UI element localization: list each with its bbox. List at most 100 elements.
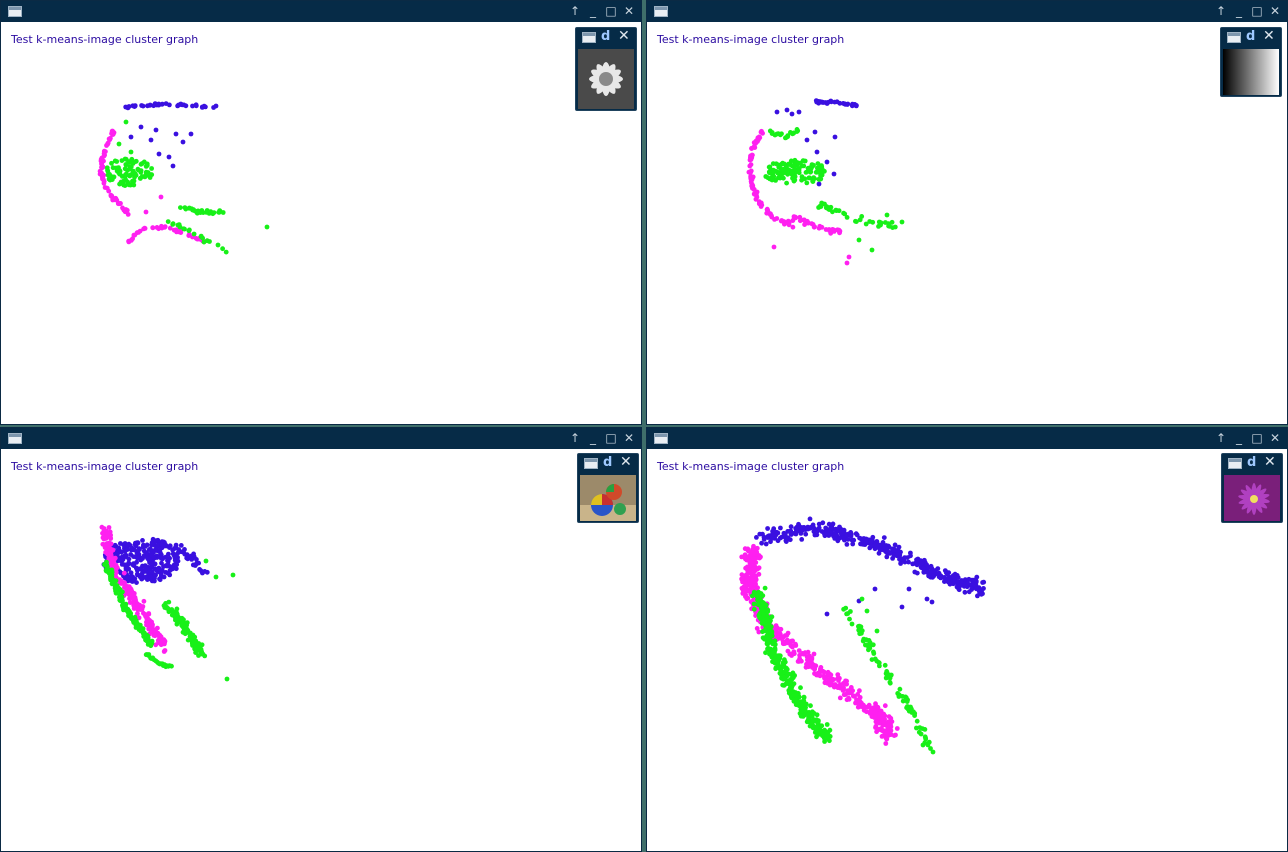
maximize-button[interactable]: □ [1249, 430, 1265, 447]
thumbnail-menu-icon[interactable] [582, 32, 596, 43]
cluster-point [109, 177, 115, 183]
cluster-point [801, 694, 807, 700]
cluster-point [139, 605, 145, 610]
thumbnail-window[interactable]: d ✕ [1221, 453, 1283, 523]
title-bar[interactable]: ↑ _ □ ✕ [647, 1, 1287, 22]
cluster-point [740, 579, 745, 585]
cluster-point [782, 532, 788, 538]
thumbnail-title-bar[interactable]: d ✕ [576, 28, 636, 48]
cluster-point [916, 729, 922, 735]
purple-flower-image [1224, 475, 1280, 521]
close-button[interactable]: ✕ [1267, 3, 1283, 20]
cluster-point [100, 176, 105, 182]
thumbnail-title-bar[interactable]: d ✕ [578, 454, 638, 474]
cluster-point [109, 128, 115, 134]
cluster-point [755, 602, 761, 607]
cluster-point [108, 135, 113, 141]
thumbnail-menu-icon[interactable] [1228, 458, 1242, 469]
window-bottom-left[interactable]: ↑ _ □ ✕ Test k-means-image cluster graph… [0, 427, 642, 852]
shade-up-button[interactable]: ↑ [567, 3, 583, 20]
window-bottom-right[interactable]: ↑ _ □ ✕ Test k-means-image cluster graph… [646, 427, 1288, 852]
title-bar[interactable]: ↑ _ □ ✕ [647, 428, 1287, 449]
cluster-point [972, 582, 977, 588]
minimize-button[interactable]: _ [585, 430, 601, 447]
cluster-point [876, 720, 882, 726]
cluster-point [848, 690, 854, 695]
shade-up-button[interactable]: ↑ [1213, 3, 1229, 20]
cluster-point [903, 694, 908, 700]
window-menu-icon[interactable] [8, 6, 22, 17]
cluster-point [891, 553, 897, 559]
cluster-point [772, 641, 778, 647]
cluster-point [138, 124, 144, 130]
cluster-point [743, 594, 748, 599]
cluster-point [760, 608, 766, 614]
cluster-point [754, 626, 760, 631]
minimize-button[interactable]: _ [1231, 3, 1247, 20]
cluster-point [817, 203, 823, 209]
cluster-point [856, 624, 862, 630]
cluster-point [836, 678, 841, 683]
close-button[interactable]: ✕ [621, 430, 637, 447]
thumbnail-menu-icon[interactable] [1227, 32, 1241, 43]
cluster-point [798, 713, 804, 719]
maximize-button[interactable]: □ [603, 3, 619, 20]
cluster-point [898, 561, 903, 566]
cluster-point [157, 553, 163, 559]
cluster-point [113, 587, 118, 593]
cluster-point [853, 700, 858, 706]
cluster-point [779, 131, 784, 137]
cluster-point [882, 703, 888, 709]
close-button[interactable]: ✕ [1267, 430, 1283, 447]
thumbnail-window[interactable]: d ✕ [577, 453, 639, 523]
cluster-point [767, 176, 773, 182]
cluster-point [148, 137, 154, 143]
thumbnail-close-icon[interactable]: ✕ [1263, 28, 1275, 44]
cluster-point [759, 540, 764, 546]
cluster-point [905, 704, 910, 709]
cluster-point [886, 719, 891, 725]
cluster-point [773, 666, 779, 672]
thumbnail-close-icon[interactable]: ✕ [618, 28, 630, 44]
cluster-point [765, 534, 770, 540]
maximize-button[interactable]: □ [603, 430, 619, 447]
cluster-point [802, 176, 808, 182]
cluster-point [194, 210, 200, 216]
thumbnail-window[interactable]: d ✕ [575, 27, 637, 111]
cluster-point [816, 225, 822, 231]
cluster-point [185, 556, 191, 562]
cluster-point [765, 526, 770, 531]
cluster-point [147, 618, 153, 624]
shade-up-button[interactable]: ↑ [567, 430, 583, 447]
cluster-point [752, 573, 758, 579]
cluster-point [215, 242, 221, 248]
thumbnail-title-bar[interactable]: d ✕ [1222, 454, 1282, 474]
window-menu-icon[interactable] [8, 433, 22, 444]
cluster-point [798, 699, 804, 705]
title-bar[interactable]: ↑ _ □ ✕ [1, 428, 641, 449]
cluster-point [137, 228, 143, 234]
minimize-button[interactable]: _ [1231, 430, 1247, 447]
thumbnail-window[interactable]: d ✕ [1220, 27, 1282, 97]
cluster-point [126, 238, 131, 244]
thumbnail-close-icon[interactable]: ✕ [1264, 454, 1276, 470]
minimize-button[interactable]: _ [585, 3, 601, 20]
thumbnail-menu-icon[interactable] [584, 458, 598, 469]
thumbnail-close-icon[interactable]: ✕ [620, 454, 632, 470]
cluster-point [800, 705, 806, 711]
cluster-point [758, 204, 764, 209]
shade-up-button[interactable]: ↑ [1213, 430, 1229, 447]
window-top-left[interactable]: ↑ _ □ ✕ Test k-means-image cluster graph… [0, 0, 642, 425]
window-top-right[interactable]: ↑ _ □ ✕ Test k-means-image cluster graph… [646, 0, 1288, 425]
window-menu-icon[interactable] [654, 433, 668, 444]
close-button[interactable]: ✕ [621, 3, 637, 20]
title-bar[interactable]: ↑ _ □ ✕ [1, 1, 641, 22]
cluster-point [902, 555, 907, 561]
maximize-button[interactable]: □ [1249, 3, 1265, 20]
cluster-point [129, 545, 135, 551]
cluster-point [812, 129, 818, 135]
window-menu-icon[interactable] [654, 6, 668, 17]
cluster-point [788, 643, 794, 649]
thumbnail-title-bar[interactable]: d ✕ [1221, 28, 1281, 48]
cluster-point [859, 596, 865, 602]
